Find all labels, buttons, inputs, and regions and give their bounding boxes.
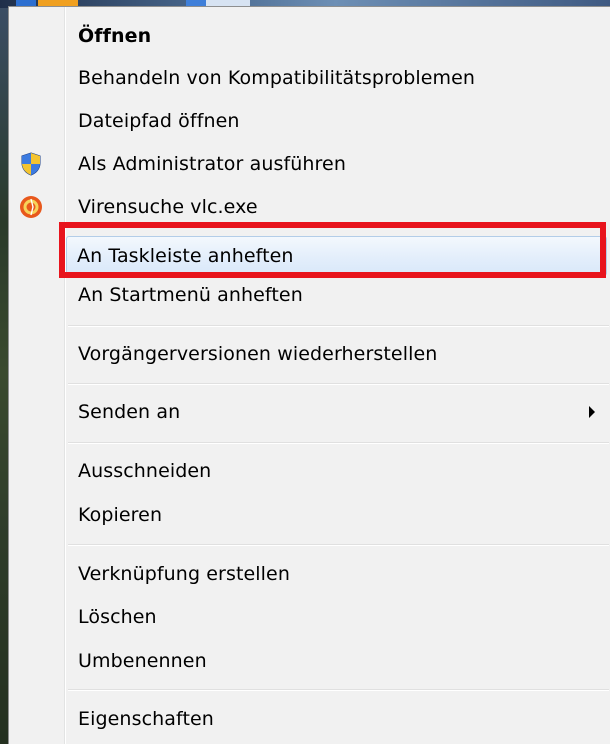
menu-item-label: Als Administrator ausführen [78, 153, 346, 175]
menu-item-label: An Startmenü anheften [78, 284, 303, 306]
menu-separator [68, 442, 609, 444]
menu-item-send-to[interactable]: Senden an [11, 392, 607, 432]
menu-item-open-file-location[interactable]: Dateipfad öffnen [11, 101, 607, 141]
menu-separator [68, 689, 609, 691]
menu-item-cut[interactable]: Ausschneiden [11, 451, 607, 491]
menu-item-label: Eigenschaften [78, 708, 214, 730]
menu-item-open[interactable]: Öffnen [11, 16, 607, 56]
menu-separator [68, 383, 609, 385]
menu-item-label: Dateipfad öffnen [78, 110, 240, 132]
menu-item-restore-previous-versions[interactable]: Vorgängerversionen wiederherstellen [11, 334, 607, 374]
menu-item-label: Ausschneiden [78, 460, 212, 482]
menu-item-virus-scan[interactable]: Virensuche vlc.exe [11, 187, 607, 227]
menu-item-create-shortcut[interactable]: Verknüpfung erstellen [11, 554, 607, 594]
context-menu: Öffnen Behandeln von Kompatibilitätsprob… [8, 6, 610, 744]
menu-item-rename[interactable]: Umbenennen [11, 641, 607, 681]
menu-item-pin-to-taskbar[interactable]: An Taskleiste anheften [66, 236, 607, 276]
menu-item-copy[interactable]: Kopieren [11, 495, 607, 535]
antivirus-icon [19, 195, 43, 219]
menu-item-troubleshoot-compatibility[interactable]: Behandeln von Kompatibilitätsproblemen [11, 58, 607, 98]
uac-shield-icon [19, 152, 43, 176]
menu-item-label: Löschen [78, 606, 157, 628]
menu-item-label: Verknüpfung erstellen [78, 563, 290, 585]
menu-item-label: Öffnen [78, 25, 152, 47]
menu-item-run-as-admin[interactable]: Als Administrator ausführen [11, 144, 607, 184]
menu-separator [68, 325, 609, 327]
menu-item-label: Vorgängerversionen wiederherstellen [78, 343, 438, 365]
menu-item-delete[interactable]: Löschen [11, 597, 607, 637]
menu-item-label: Senden an [78, 401, 181, 423]
menu-item-label: Kopieren [78, 504, 163, 526]
menu-item-label: Behandeln von Kompatibilitätsproblemen [78, 67, 476, 89]
menu-separator [68, 544, 609, 546]
menu-item-label: Virensuche vlc.exe [78, 196, 258, 218]
menu-item-properties[interactable]: Eigenschaften [11, 699, 607, 739]
menu-item-pin-to-start-menu[interactable]: An Startmenü anheften [11, 275, 607, 315]
menu-item-label: An Taskleiste anheften [77, 245, 294, 267]
menu-item-label: Umbenennen [78, 650, 207, 672]
submenu-arrow-icon [589, 406, 595, 418]
